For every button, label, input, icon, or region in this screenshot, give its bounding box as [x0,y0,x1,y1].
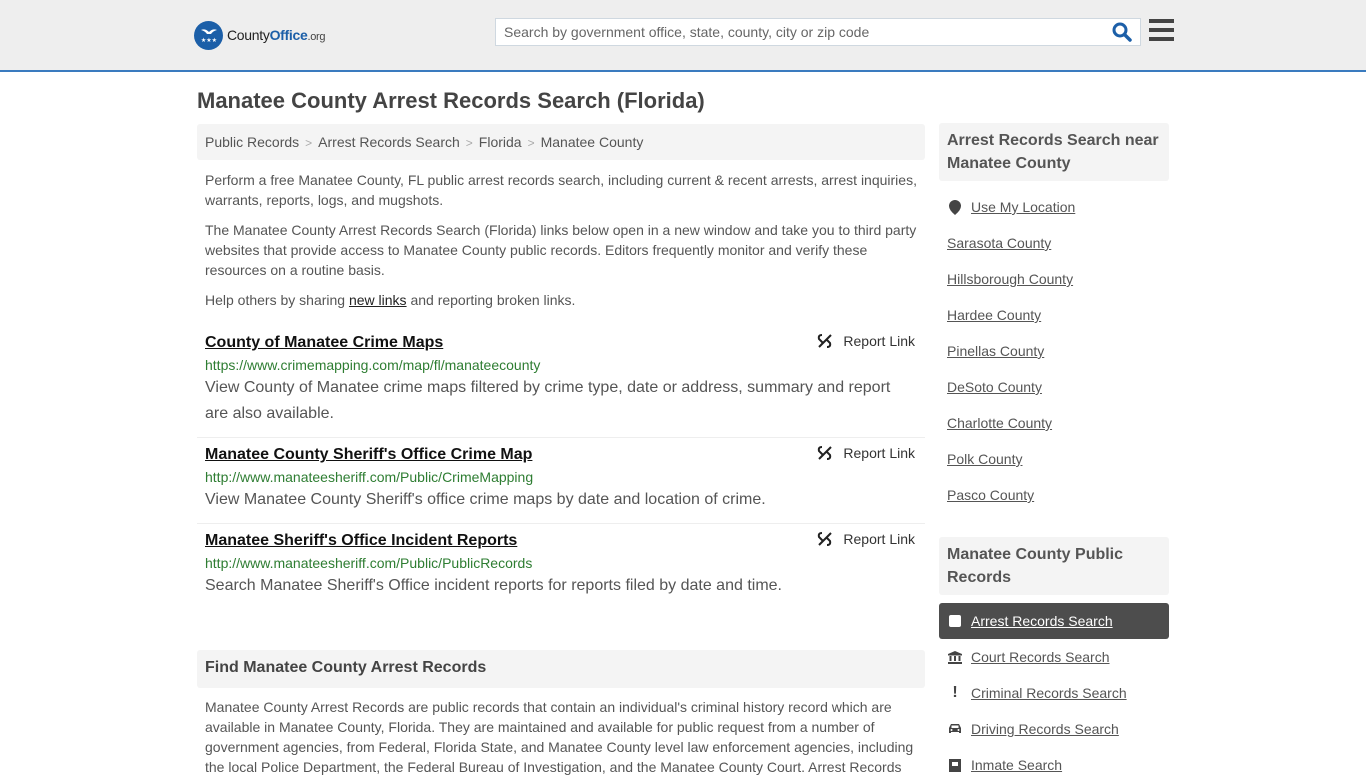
exclamation-icon: ! [952,684,958,701]
breadcrumb-separator: > [305,136,313,150]
use-my-location-link[interactable]: Use My Location [971,199,1075,215]
resource-link-url: http://www.manateesheriff.com/Public/Pub… [205,555,533,571]
public-records-link[interactable]: Inmate Search [971,757,1062,773]
nearby-county-link[interactable]: Pinellas County [947,343,1044,359]
search-button[interactable] [1112,22,1134,44]
nearby-county-list: Use My Location Sarasota County Hillsbor… [939,189,1169,513]
menu-bar [1149,37,1174,41]
share-text: Help others by sharing [205,292,349,308]
search-icon [1112,22,1132,42]
public-records-item-court[interactable]: Court Records Search [939,639,1169,675]
public-records-link[interactable]: Arrest Records Search [971,613,1113,629]
nearby-county-link[interactable]: Hardee County [947,307,1041,323]
nearby-county-item[interactable]: Pasco County [939,477,1169,513]
breadcrumb: Public Records > Arrest Records Search > Flo… [197,124,925,160]
hamburger-menu-icon[interactable] [1149,19,1175,43]
resource-link-title[interactable]: Manatee Sheriff's Office Incident Report… [205,530,517,552]
public-records-item-inmate[interactable]: Inmate Search [939,747,1169,783]
nearby-county-link[interactable]: Charlotte County [947,415,1052,431]
nearby-county-link[interactable]: Pasco County [947,487,1034,503]
report-link-label: Report Link [843,333,915,349]
broken-link-icon [818,532,833,546]
breadcrumb-separator: > [465,136,473,150]
find-records-heading: Find Manatee County Arrest Records [197,650,925,688]
inmate-icon [947,758,963,772]
logo-wordmark: CountyOffice.org [227,27,326,43]
top-header: ★★★ CountyOffice.org [0,0,1366,72]
public-records-link[interactable]: Criminal Records Search [971,685,1127,701]
nearby-county-item[interactable]: Hillsborough County [939,261,1169,297]
public-records-item-criminal[interactable]: ! Criminal Records Search [939,675,1169,711]
resource-link-item: County of Manatee Crime Maps https://www… [197,326,925,438]
main-content: Public Records > Arrest Records Search > Flo… [197,124,925,609]
public-records-list: Arrest Records Search Court Records Sear… [939,603,1169,783]
share-links-paragraph: Help others by sharing new links and rep… [197,290,925,310]
resource-link-url: http://www.manateesheriff.com/Public/Cri… [205,469,534,485]
map-pin-icon [947,199,963,215]
courthouse-icon [947,650,963,664]
eagle-stars-icon: ★★★ [194,20,223,50]
public-records-item-driving[interactable]: Driving Records Search [939,711,1169,747]
report-link-label: Report Link [843,445,915,461]
resource-link-title[interactable]: Manatee County Sheriff's Office Crime Ma… [205,444,532,466]
site-logo[interactable]: ★★★ CountyOffice.org [194,20,326,50]
intro-paragraph: The Manatee County Arrest Records Search… [205,222,917,278]
breadcrumb-florida[interactable]: Florida [479,134,522,150]
nearby-county-item[interactable]: DeSoto County [939,369,1169,405]
logo-text-bold: Office [269,27,308,43]
nearby-counties-panel: Arrest Records Search near Manatee Count… [939,123,1169,513]
share-text: and reporting broken links. [406,292,576,308]
report-link-button[interactable]: Report Link [817,333,915,349]
resource-links-list: County of Manatee Crime Maps https://www… [197,326,925,609]
nearby-county-item[interactable]: Sarasota County [939,225,1169,261]
resource-link-item: Manatee Sheriff's Office Incident Report… [197,524,925,609]
resource-link-description: Search Manatee Sheriff's Office incident… [205,577,782,594]
public-records-panel: Manatee County Public Records Arrest Rec… [939,537,1169,783]
site-search [495,18,1141,46]
find-records-body: Manatee County Arrest Records are public… [205,699,914,775]
nearby-heading: Arrest Records Search near Manatee Count… [939,123,1169,181]
page-title: Manatee County Arrest Records Search (Fl… [197,88,705,113]
public-records-heading: Manatee County Public Records [939,537,1169,595]
breadcrumb-public-records[interactable]: Public Records [205,134,299,150]
resource-link-item: Manatee County Sheriff's Office Crime Ma… [197,438,925,524]
public-records-link[interactable]: Driving Records Search [971,721,1119,737]
public-records-link[interactable]: Court Records Search [971,649,1110,665]
nearby-county-link[interactable]: Polk County [947,451,1022,467]
report-link-button[interactable]: Report Link [817,445,915,461]
breadcrumb-manatee-county: Manatee County [540,134,644,150]
logo-text-plain: County [227,27,270,43]
search-input[interactable] [496,19,1096,45]
nearby-county-item[interactable]: Polk County [939,441,1169,477]
intro-text: Perform a free Manatee County, FL public… [197,170,925,310]
nearby-county-link[interactable]: Sarasota County [947,235,1051,251]
intro-paragraph: Perform a free Manatee County, FL public… [205,172,917,208]
use-my-location-item[interactable]: Use My Location [939,189,1169,225]
resource-link-title[interactable]: County of Manatee Crime Maps [205,332,443,354]
report-link-label: Report Link [843,531,915,547]
nearby-county-link[interactable]: Hillsborough County [947,271,1073,287]
logo-text-tld: .org [307,31,326,43]
breadcrumb-separator: > [527,136,535,150]
new-links-link[interactable]: new links [349,292,407,308]
nearby-county-item[interactable]: Charlotte County [939,405,1169,441]
menu-bar [1149,28,1174,32]
broken-link-icon [818,334,833,348]
resource-link-description: View Manatee County Sheriff's office cri… [205,491,766,508]
menu-bar [1149,19,1174,23]
nearby-county-link[interactable]: DeSoto County [947,379,1042,395]
nearby-county-item[interactable]: Pinellas County [939,333,1169,369]
report-link-button[interactable]: Report Link [817,531,915,547]
car-icon [947,723,963,735]
resource-link-url: https://www.crimemapping.com/map/fl/mana… [205,357,541,373]
svg-text:★★★: ★★★ [200,37,216,44]
nearby-county-item[interactable]: Hardee County [939,297,1169,333]
square-icon [947,615,963,627]
public-records-item-arrest[interactable]: Arrest Records Search [939,603,1169,639]
breadcrumb-arrest-records-search[interactable]: Arrest Records Search [318,134,460,150]
resource-link-description: View County of Manatee crime maps filter… [205,379,891,422]
broken-link-icon [818,446,833,460]
